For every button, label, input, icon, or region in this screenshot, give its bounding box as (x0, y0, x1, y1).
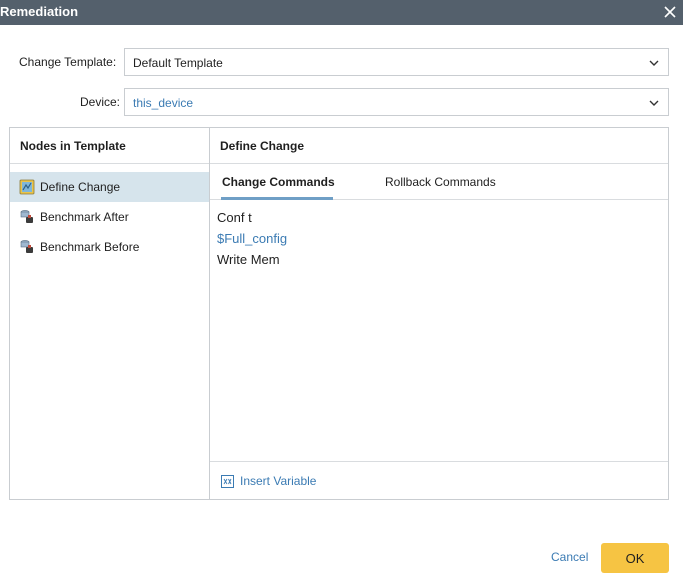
node-label: Benchmark Before (40, 240, 140, 254)
command-line: Write Mem (217, 252, 280, 267)
benchmark-icon (19, 209, 35, 225)
command-line: Conf t (217, 210, 252, 225)
device-select[interactable]: this_device (124, 88, 669, 116)
node-define-change[interactable]: Define Change (10, 172, 209, 202)
detail-panel: Define Change Change Commands Rollback C… (210, 128, 668, 499)
command-tabs: Change Commands Rollback Commands (210, 164, 668, 200)
tab-change-commands[interactable]: Change Commands (222, 175, 335, 189)
ok-button-label: OK (625, 551, 645, 566)
window-title: Remediation (0, 4, 79, 19)
ok-button[interactable]: OK (601, 543, 669, 573)
chevron-down-icon (648, 97, 660, 109)
insert-variable-label: Insert Variable (240, 474, 317, 488)
change-template-label: Change Template: (19, 55, 117, 69)
detail-panel-header: Define Change (210, 128, 668, 164)
node-label: Define Change (40, 180, 121, 194)
nodes-panel-title: Nodes in Template (20, 139, 126, 153)
benchmark-icon (19, 239, 35, 255)
change-template-select[interactable]: Default Template (124, 48, 669, 76)
nodes-panel: Nodes in Template Define Change Benchmar… (10, 128, 210, 499)
detail-panel-title: Define Change (220, 139, 305, 153)
define-change-icon (19, 179, 35, 195)
cancel-button[interactable]: Cancel (551, 550, 588, 564)
chevron-down-icon (648, 57, 660, 69)
change-template-value: Default Template (133, 56, 223, 70)
editor-footer: Insert Variable (210, 461, 668, 499)
node-label: Benchmark After (40, 210, 129, 224)
close-icon[interactable] (660, 2, 680, 22)
node-benchmark-before[interactable]: Benchmark Before (10, 232, 209, 262)
device-label: Device: (80, 95, 121, 109)
title-bar: Remediation (0, 0, 683, 25)
insert-variable-icon (221, 475, 234, 488)
device-value: this_device (133, 96, 194, 110)
command-line-variable: $Full_config (217, 231, 288, 246)
tab-rollback-commands[interactable]: Rollback Commands (385, 175, 496, 189)
node-benchmark-after[interactable]: Benchmark After (10, 202, 209, 232)
template-panel: Nodes in Template Define Change Benchmar… (9, 127, 669, 500)
nodes-panel-header: Nodes in Template (10, 128, 209, 164)
commands-editor[interactable]: Conf t $Full_config Write Mem (210, 201, 668, 461)
active-tab-indicator (221, 197, 333, 200)
